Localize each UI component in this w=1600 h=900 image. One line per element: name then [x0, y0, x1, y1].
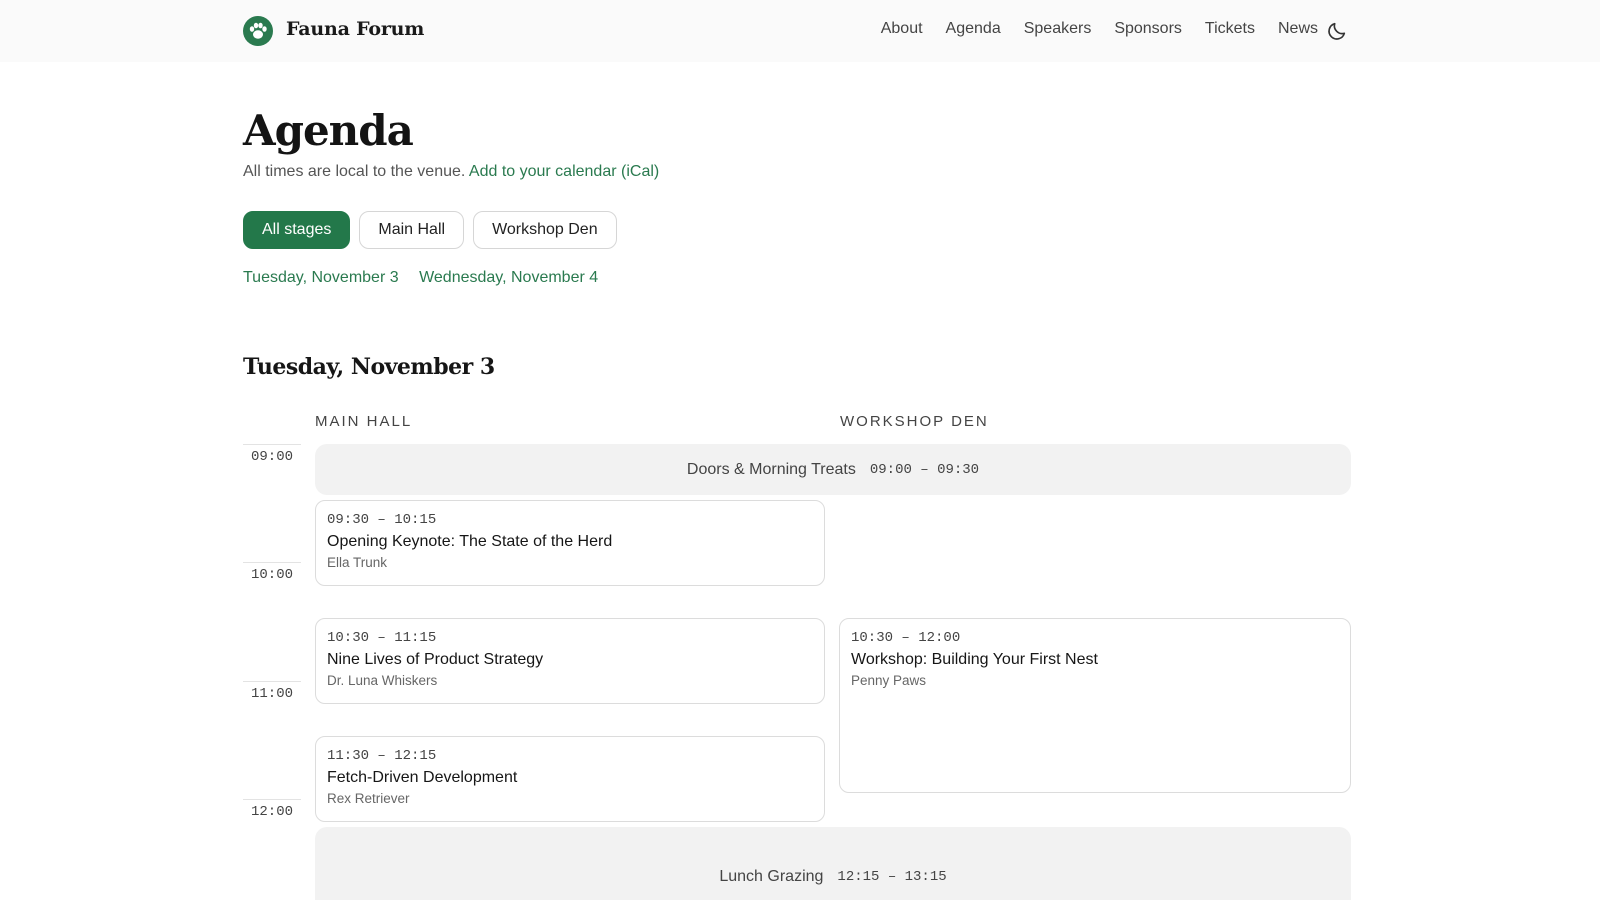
- session-time: 09:30 – 10:15: [327, 512, 437, 528]
- filter-workshop-den[interactable]: Workshop Den: [473, 211, 617, 249]
- session-speaker: Penny Paws: [851, 673, 927, 688]
- break-time: 12:15 – 13:15: [837, 869, 947, 885]
- day-link-wednesday[interactable]: Wednesday, November 4: [419, 269, 598, 286]
- session-time: 10:30 – 12:00: [851, 630, 961, 646]
- break-block: Lunch Grazing 12:15 – 13:15: [315, 827, 1351, 900]
- filter-all-stages[interactable]: All stages: [243, 211, 351, 249]
- site-header: Fauna Forum About Agenda Speakers Sponso…: [0, 0, 1600, 62]
- hour-label: 09:00: [243, 444, 301, 465]
- nav-about[interactable]: About: [881, 20, 923, 38]
- column-header-main-hall: MAIN HALL: [315, 413, 413, 430]
- break-time: 09:00 – 09:30: [869, 461, 980, 478]
- filter-main-hall[interactable]: Main Hall: [359, 211, 465, 249]
- moon-icon[interactable]: [1326, 20, 1348, 42]
- day-links: Tuesday, November 3 Wednesday, November …: [243, 269, 614, 287]
- session-time: 10:30 – 11:15: [327, 630, 437, 646]
- stage-filter: All stages Main Hall Workshop Den: [243, 211, 626, 249]
- hour-label: 10:00: [243, 562, 301, 583]
- session-speaker: Rex Retriever: [327, 791, 410, 806]
- day-link-tuesday[interactable]: Tuesday, November 3: [243, 269, 399, 286]
- session-title: Fetch-Driven Development: [327, 769, 518, 786]
- nav-news[interactable]: News: [1278, 20, 1318, 38]
- nav-agenda[interactable]: Agenda: [946, 20, 1001, 38]
- hour-label: 12:00: [243, 799, 301, 820]
- subtitle-text: All times are local to the venue.: [243, 163, 466, 180]
- break-title: Doors & Morning Treats: [686, 460, 856, 478]
- ical-link[interactable]: Add to your calendar (iCal): [469, 163, 659, 180]
- site-name[interactable]: Fauna Forum: [286, 18, 424, 40]
- session-card[interactable]: 10:30 – 12:00 Workshop: Building Your Fi…: [839, 618, 1351, 793]
- break-title: Lunch Grazing: [719, 868, 824, 885]
- session-card[interactable]: 11:30 – 12:15 Fetch-Driven Development R…: [315, 736, 825, 822]
- session-speaker: Dr. Luna Whiskers: [327, 673, 438, 688]
- column-header-workshop-den: WORKSHOP DEN: [840, 413, 989, 430]
- nav-sponsors[interactable]: Sponsors: [1114, 20, 1182, 38]
- main-nav: About Agenda Speakers Sponsors Tickets N…: [858, 20, 1318, 38]
- session-speaker: Ella Trunk: [327, 555, 388, 570]
- nav-speakers[interactable]: Speakers: [1024, 20, 1092, 38]
- nav-tickets[interactable]: Tickets: [1205, 20, 1255, 38]
- page-title: Agenda: [243, 106, 414, 155]
- session-card[interactable]: 10:30 – 11:15 Nine Lives of Product Stra…: [315, 618, 825, 704]
- break-block: Doors & Morning Treats 09:00 – 09:30: [315, 444, 1351, 495]
- day-heading: Tuesday, November 3: [243, 354, 495, 380]
- session-title: Opening Keynote: The State of the Herd: [327, 533, 613, 550]
- session-time: 11:30 – 12:15: [327, 748, 437, 764]
- hour-label: 11:00: [243, 681, 301, 702]
- session-title: Nine Lives of Product Strategy: [327, 651, 544, 668]
- session-title: Workshop: Building Your First Nest: [851, 651, 1098, 668]
- page-subtitle: All times are local to the venue. Add to…: [243, 163, 659, 181]
- paw-icon[interactable]: [243, 16, 273, 46]
- session-card[interactable]: 09:30 – 10:15 Opening Keynote: The State…: [315, 500, 825, 586]
